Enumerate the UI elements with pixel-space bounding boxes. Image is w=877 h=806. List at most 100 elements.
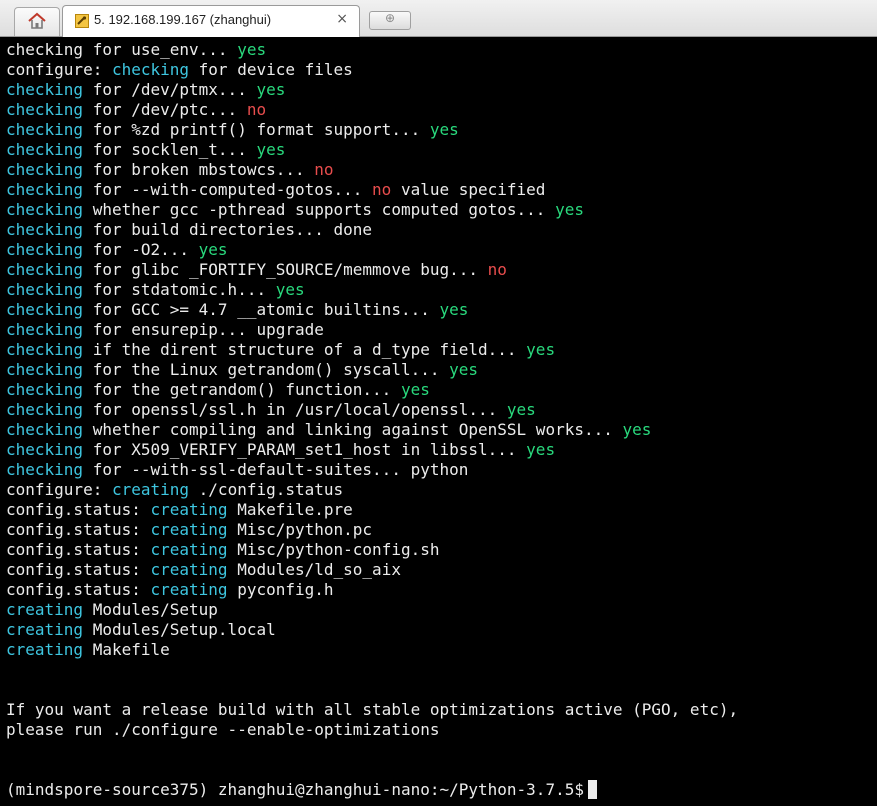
terminal-text-segment: for broken mbstowcs... — [83, 160, 315, 179]
terminal-text-segment: config.status: — [6, 500, 151, 519]
terminal-line: checking for the Linux getrandom() sysca… — [6, 360, 738, 380]
terminal-text-segment: checking — [6, 460, 84, 479]
terminal-line: checking for GCC >= 4.7 __atomic builtin… — [6, 300, 738, 320]
terminal-text-segment: yes — [198, 240, 228, 259]
terminal-text-segment: yes — [237, 40, 267, 59]
home-tab[interactable] — [14, 7, 60, 36]
terminal-line: checking if the dirent structure of a d_… — [6, 340, 738, 360]
terminal-text-segment: config.status: — [6, 540, 151, 559]
terminal-line: checking for -O2... yes — [6, 240, 738, 260]
terminal-line: checking for the getrandom() function...… — [6, 380, 738, 400]
terminal-text-segment: yes — [256, 80, 286, 99]
terminal-line: config.status: creating Misc/python-conf… — [6, 540, 738, 560]
terminal-text-segment: checking — [6, 180, 84, 199]
terminal-line: checking for /dev/ptc... no — [6, 100, 738, 120]
terminal-line: checking for build directories... done — [6, 220, 738, 240]
terminal-text-segment: for the getrandom() function... — [83, 380, 401, 399]
terminal-text-segment: for %zd printf() format support... — [83, 120, 430, 139]
terminal-line: checking for socklen_t... yes — [6, 140, 738, 160]
terminal-text-segment: config.status: — [6, 560, 151, 579]
terminal-line: checking for X509_VERIFY_PARAM_set1_host… — [6, 440, 738, 460]
terminal-text-segment: yes — [555, 200, 584, 219]
terminal-text-segment: for --with-computed-gotos... — [83, 180, 373, 199]
terminal-text-segment: yes — [526, 440, 556, 459]
terminal-text-segment: for socklen_t... — [83, 140, 257, 159]
terminal-line: checking for %zd printf() format support… — [6, 120, 738, 140]
terminal-key-icon — [75, 14, 89, 28]
terminal-line: config.status: creating Modules/ld_so_ai… — [6, 560, 738, 580]
terminal-text-segment: yes — [429, 120, 459, 139]
terminal-text-segment: creating — [150, 500, 228, 519]
terminal-text-segment: checking — [6, 380, 84, 399]
terminal-line: checking for openssl/ssl.h in /usr/local… — [6, 400, 738, 420]
terminal-text-segment: checking — [6, 280, 84, 299]
terminal-text-segment: checking — [6, 420, 84, 439]
terminal-text-segment: Modules/Setup — [83, 600, 218, 619]
terminal-text-segment: yes — [449, 360, 479, 379]
terminal-text-segment: checking — [111, 60, 190, 79]
terminal-text-segment: for stdatomic.h... — [83, 280, 276, 299]
terminal-text-segment: creating — [6, 600, 84, 619]
terminal-text-segment: for ensurepip... upgrade — [83, 320, 324, 339]
terminal-text-segment: creating — [150, 540, 228, 559]
terminal-text-segment: for /dev/ptmx... — [83, 80, 257, 99]
terminal-text-segment: checking — [6, 160, 84, 179]
terminal-text-segment: creating — [150, 580, 228, 599]
terminal-text-segment: Makefile — [83, 640, 170, 659]
plus-icon: ⊕ — [385, 11, 396, 25]
terminal-text-segment: checking — [6, 300, 84, 319]
terminal-text-segment: for X509_VERIFY_PARAM_set1_host in libss… — [83, 440, 527, 459]
terminal-output[interactable]: checking for use_env... yes configure: ch… — [0, 37, 877, 806]
terminal-text-segment: no — [246, 100, 267, 119]
terminal-text-segment: pyconfig.h — [227, 580, 334, 599]
terminal-text-segment: yes — [526, 340, 556, 359]
terminal-line: checking for broken mbstowcs... no — [6, 160, 738, 180]
terminal-text-segment: for device files — [189, 60, 353, 79]
terminal-text-segment: checking — [6, 140, 84, 159]
terminal-text-segment: creating — [6, 640, 84, 659]
new-tab-button[interactable]: ⊕ — [369, 11, 411, 30]
terminal-cursor — [587, 780, 597, 799]
terminal-text-segment: creating — [150, 520, 228, 539]
tab-session[interactable]: 5. 192.168.199.167 (zhanghui) × — [62, 5, 360, 37]
terminal-text-segment: creating — [111, 480, 190, 499]
terminal-text-segment: checking — [6, 220, 84, 239]
terminal-line: checking for --with-ssl-default-suites..… — [6, 460, 738, 480]
terminal-text-segment: config.status: — [6, 580, 151, 599]
terminal-line: checking for --with-computed-gotos... no… — [6, 180, 738, 200]
terminal-line: checking for stdatomic.h... yes — [6, 280, 738, 300]
terminal-text-segment: checking — [6, 440, 84, 459]
terminal-line: checking for glibc _FORTIFY_SOURCE/memmo… — [6, 260, 738, 280]
terminal-line: checking for /dev/ptmx... yes — [6, 80, 738, 100]
tab-bar: 5. 192.168.199.167 (zhanghui) × ⊕ — [0, 0, 877, 37]
close-icon[interactable]: × — [336, 11, 348, 27]
terminal-text-segment: yes — [256, 140, 286, 159]
terminal-text-segment: Modules/Setup.local — [83, 620, 276, 639]
terminal-text-segment: ./config.status — [189, 480, 344, 499]
terminal-text-segment: checking — [6, 120, 84, 139]
terminal-line: config.status: creating pyconfig.h — [6, 580, 738, 600]
terminal-line: checking for use_env... yes — [6, 40, 738, 60]
terminal-text-segment: Makefile.pre — [227, 500, 353, 519]
terminal-line: checking whether gcc -pthread supports c… — [6, 200, 738, 220]
terminal-line: checking whether compiling and linking a… — [6, 420, 738, 440]
terminal-text-segment: whether compiling and linking against Op… — [83, 420, 623, 439]
terminal-text-segment: no — [372, 180, 392, 199]
terminal-text-segment: no — [487, 260, 507, 279]
terminal-lines: checking for use_env... yes configure: ch… — [6, 40, 738, 800]
terminal-line: checking for ensurepip... upgrade — [6, 320, 738, 340]
terminal-text-segment: for build directories... done — [83, 220, 373, 239]
terminal-text-segment: checking — [6, 240, 84, 259]
terminal-text-segment: checking — [6, 100, 84, 119]
terminal-text-segment: for --with-ssl-default-suites... python — [83, 460, 469, 479]
terminal-text-segment: for the Linux getrandom() syscall... — [83, 360, 450, 379]
terminal-text-segment: Misc/python-config.sh — [227, 540, 440, 559]
terminal-line: (mindspore-source375) zhanghui@zhanghui-… — [6, 780, 738, 800]
terminal-text-segment: Modules/ld_so_aix — [227, 560, 401, 579]
terminal-line: configure: creating ./config.status — [6, 480, 738, 500]
terminal-line: If you want a release build with all sta… — [6, 700, 738, 720]
terminal-text-segment: yes — [439, 300, 469, 319]
terminal-line: creating Modules/Setup.local — [6, 620, 738, 640]
